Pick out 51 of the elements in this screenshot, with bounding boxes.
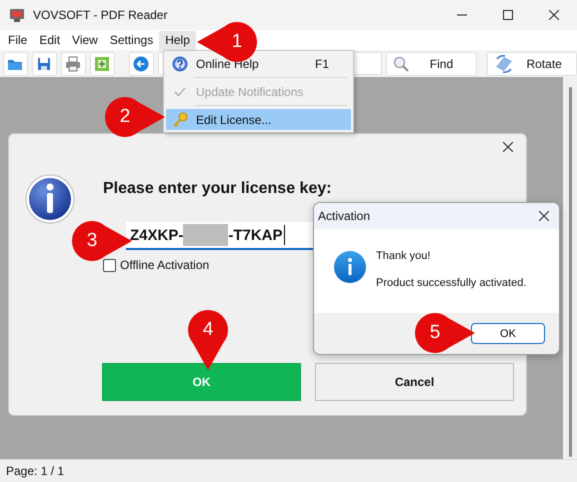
rotate-button[interactable]: Rotate xyxy=(487,52,577,76)
status-text: Page: 1 / 1 xyxy=(6,464,64,478)
info-icon xyxy=(25,174,75,224)
maximize-icon xyxy=(503,10,513,20)
menu-item[interactable]: Help xyxy=(159,30,196,50)
message-text: Thank you! xyxy=(376,250,432,264)
close-icon xyxy=(503,142,513,152)
close-icon xyxy=(549,10,559,20)
key-icon xyxy=(172,112,188,128)
menu-item[interactable]: Online Help F1 xyxy=(166,53,351,74)
save-icon xyxy=(36,56,52,72)
key-text: -T7KAP xyxy=(228,226,283,244)
step-marker xyxy=(188,310,228,370)
cancel-button[interactable]: Cancel xyxy=(315,363,514,401)
scrollbar[interactable] xyxy=(563,77,577,459)
dialog-heading: Please enter your license key: xyxy=(103,180,333,199)
window-title: VOVSOFT - PDF Reader xyxy=(33,8,168,22)
menu-item[interactable]: File xyxy=(2,30,34,50)
menu-item[interactable]: Edit xyxy=(33,30,66,50)
checkbox[interactable] xyxy=(103,258,116,272)
folder-button[interactable] xyxy=(3,52,28,76)
back-button[interactable] xyxy=(128,52,154,76)
step-marker xyxy=(72,221,132,261)
checkbox-label: Offline Activation xyxy=(120,258,210,272)
printer-icon xyxy=(65,56,82,72)
info-icon xyxy=(334,251,366,283)
step-number: 3 xyxy=(86,230,98,252)
menu-item[interactable]: Settings xyxy=(104,30,160,50)
help-icon xyxy=(172,56,188,72)
key-text: Z4XKP- xyxy=(130,226,184,244)
menu-item[interactable]: View xyxy=(66,30,104,50)
step-marker xyxy=(104,97,165,137)
rotate-icon xyxy=(494,54,514,72)
check-icon xyxy=(174,86,186,98)
step-marker xyxy=(414,313,475,353)
fit-page-icon xyxy=(94,56,110,72)
step-number: 1 xyxy=(230,31,244,53)
save-button[interactable] xyxy=(32,52,57,76)
ok-button[interactable]: OK xyxy=(471,323,545,344)
app-icon xyxy=(9,7,25,23)
redaction-block xyxy=(183,224,228,246)
step-number: 5 xyxy=(428,322,442,344)
step-number: 2 xyxy=(118,106,132,128)
message-text: Product successfully activated. xyxy=(376,277,526,291)
close-icon xyxy=(539,211,549,221)
step-number: 4 xyxy=(202,319,214,341)
dialog-title: Activation xyxy=(318,209,372,223)
find-button[interactable]: Find xyxy=(386,52,478,76)
printer-button[interactable] xyxy=(60,52,86,76)
menu-item[interactable]: Edit License... xyxy=(166,109,351,130)
search-icon xyxy=(392,56,409,72)
